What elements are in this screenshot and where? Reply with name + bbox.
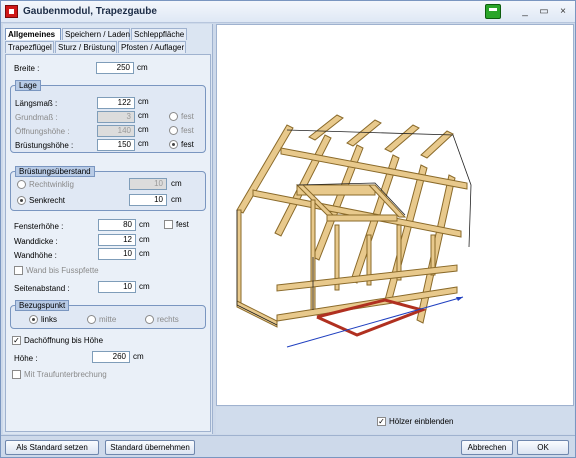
bezugspunkt-mitte-label: mitte	[99, 315, 117, 324]
senkrecht-unit: cm	[171, 195, 182, 204]
oeffnungshoehe-input[interactable]: 140	[97, 125, 135, 137]
rechtwinklig-unit: cm	[171, 179, 182, 188]
fensterhoehe-fest-checkbox[interactable]	[164, 220, 173, 229]
wandhoehe-label: Wandhöhe :	[14, 251, 57, 260]
seitenabstand-label: Seitenabstand :	[14, 284, 70, 293]
bezugspunkt-group: Bezugspunkt links mitte rechts	[10, 300, 206, 329]
bezugspunkt-links-label: links	[41, 315, 58, 324]
bezugspunkt-rechts-radio[interactable]	[145, 315, 154, 324]
oeffnungshoehe-fest-label: fest	[181, 126, 194, 135]
grundmass-unit: cm	[138, 111, 149, 120]
hoehe-input[interactable]: 260	[92, 351, 130, 363]
laengsmass-unit: cm	[138, 97, 149, 106]
rechtwinklig-input[interactable]: 10	[129, 178, 167, 190]
laengsmass-input[interactable]: 122	[97, 97, 135, 109]
breite-label: Breite :	[14, 64, 40, 73]
lage-group: Lage Längsmaß : 122 cm Grundmaß : 3 cm f…	[10, 80, 206, 153]
wand-fusspfette-label: Wand bis Fusspfette	[26, 266, 99, 275]
button-bar: Als Standard setzen Standard übernehmen …	[1, 435, 575, 457]
ok-button[interactable]: OK	[517, 440, 569, 455]
tab-pfosten-auflager[interactable]: Pfosten / Auflager	[118, 41, 186, 53]
wanddicke-unit: cm	[139, 235, 150, 244]
fensterhoehe-unit: cm	[139, 220, 150, 229]
maximize-button[interactable]: ▭	[536, 5, 552, 18]
seitenabstand-unit: cm	[139, 282, 150, 291]
tab-panel-allgemeines: Breite : 250 cm Lage Längsmaß : 122 cm G…	[5, 54, 211, 432]
standard-uebernehmen-button[interactable]: Standard übernehmen	[105, 440, 195, 455]
bruestungshoehe-fest-radio[interactable]	[169, 140, 178, 149]
print-icon[interactable]	[485, 4, 501, 19]
hoehe-unit: cm	[133, 352, 144, 361]
grundmass-input[interactable]: 3	[97, 111, 135, 123]
preview-options-bar: ✓ Hölzer einblenden	[216, 407, 574, 434]
grundmass-fest-radio[interactable]	[169, 112, 178, 121]
bruestungshoehe-fest-label: fest	[181, 140, 194, 149]
tab-allgemeines[interactable]: Allgemeines	[5, 28, 61, 40]
dormer-3d-model	[236, 114, 472, 348]
laengsmass-label: Längsmaß :	[15, 99, 58, 108]
bruestungshoehe-label: Brüstungshöhe :	[15, 141, 74, 150]
rechtwinklig-radio[interactable]	[17, 180, 26, 189]
dachoeffnung-label: Dachöffnung bis Höhe	[24, 336, 104, 345]
bezugspunkt-rechts-label: rechts	[157, 315, 179, 324]
rechtwinklig-label: Rechtwinklig	[29, 180, 74, 189]
bruestungshoehe-unit: cm	[138, 139, 149, 148]
title-bar: Gaubenmodul, Trapezgaube _ ▭ ×	[1, 1, 575, 23]
breite-input[interactable]: 250	[96, 62, 134, 74]
traufunterbrechung-checkbox[interactable]	[12, 370, 21, 379]
bruestungsueberstand-group: Brüstungsüberstand Rechtwinklig 10 cm Se…	[10, 166, 206, 211]
breite-unit: cm	[137, 63, 148, 72]
fensterhoehe-input[interactable]: 80	[98, 219, 136, 231]
bruestungshoehe-input[interactable]: 150	[97, 139, 135, 151]
oeffnungshoehe-label: Öffnungshöhe :	[15, 127, 70, 136]
fensterhoehe-fest-label: fest	[176, 220, 189, 229]
fensterhoehe-label: Fensterhöhe :	[14, 222, 64, 231]
bezugspunkt-title: Bezugspunkt	[15, 300, 70, 311]
wandhoehe-input[interactable]: 10	[98, 248, 136, 260]
dachoeffnung-checkbox[interactable]: ✓	[12, 336, 21, 345]
traufunterbrechung-label: Mit Traufunterbrechung	[24, 370, 107, 379]
bruestungsueberstand-title: Brüstungsüberstand	[15, 166, 95, 177]
senkrecht-radio[interactable]	[17, 196, 26, 205]
dialog-window: Gaubenmodul, Trapezgaube _ ▭ × Allgemein…	[0, 0, 576, 458]
hoelzer-label: Hölzer einblenden	[389, 417, 454, 426]
grundmass-label: Grundmaß :	[15, 113, 58, 122]
als-standard-setzen-button[interactable]: Als Standard setzen	[5, 440, 99, 455]
wand-fusspfette-checkbox[interactable]	[14, 266, 23, 275]
tab-trapezfluegel[interactable]: Trapezflügel	[5, 41, 54, 53]
hoehe-label: Höhe :	[14, 354, 38, 363]
grundmass-fest-label: fest	[181, 112, 194, 121]
app-logo-icon	[5, 5, 18, 18]
window-title: Gaubenmodul, Trapezgaube	[23, 6, 157, 17]
wandhoehe-unit: cm	[139, 249, 150, 258]
abbrechen-button[interactable]: Abbrechen	[461, 440, 513, 455]
wanddicke-label: Wanddicke :	[14, 237, 58, 246]
model-preview-viewport[interactable]	[216, 24, 574, 406]
bezugspunkt-links-radio[interactable]	[29, 315, 38, 324]
senkrecht-input[interactable]: 10	[129, 194, 167, 206]
oeffnungshoehe-unit: cm	[138, 125, 149, 134]
close-button[interactable]: ×	[555, 5, 571, 18]
minimize-button[interactable]: _	[517, 5, 533, 18]
senkrecht-label: Senkrecht	[29, 196, 66, 205]
tab-sturz-bruestung[interactable]: Sturz / Brüstung	[55, 41, 117, 53]
tab-speichern-laden[interactable]: Speichern / Laden	[62, 28, 130, 40]
settings-pane: Allgemeines Speichern / Laden Schleppflä…	[3, 24, 213, 434]
hoelzer-checkbox[interactable]: ✓	[377, 417, 386, 426]
oeffnungshoehe-fest-radio[interactable]	[169, 126, 178, 135]
seitenabstand-input[interactable]: 10	[98, 281, 136, 293]
wanddicke-input[interactable]: 12	[98, 234, 136, 246]
tab-schleppflaeche[interactable]: Schleppfläche	[131, 28, 187, 40]
bezugspunkt-mitte-radio[interactable]	[87, 315, 96, 324]
lage-group-title: Lage	[15, 80, 41, 91]
